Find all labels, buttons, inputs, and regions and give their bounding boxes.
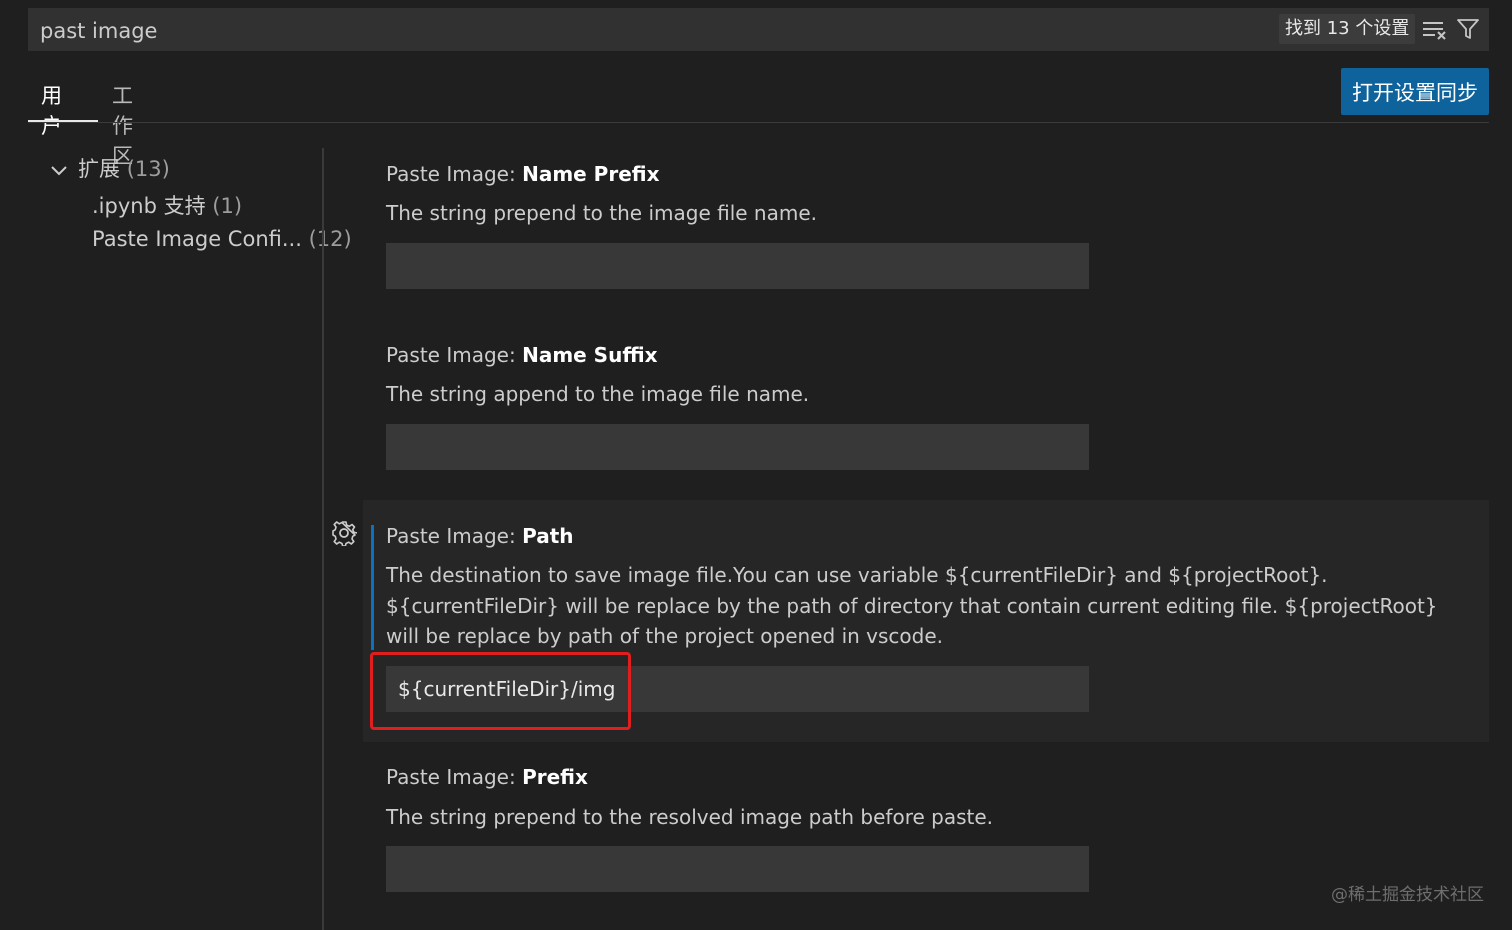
toc-group-label: 扩展 (78, 157, 120, 181)
setting-name-prefix: Paste Image: Name Prefix The string prep… (363, 150, 1489, 320)
gear-icon[interactable] (331, 520, 357, 546)
setting-title: Paste Image: Name Suffix (386, 343, 658, 367)
setting-category: Paste Image: (386, 343, 523, 367)
setting-path: Paste Image: Path The destination to sav… (363, 500, 1489, 742)
setting-key: Name Prefix (522, 162, 660, 186)
toc-group-count: (13) (126, 157, 170, 181)
setting-name-suffix: Paste Image: Name Suffix The string appe… (363, 331, 1489, 491)
toc-item-paste-image[interactable]: Paste Image Confi... (12) (92, 227, 352, 251)
setting-category: Paste Image: (386, 765, 523, 789)
setting-title: Paste Image: Path (386, 524, 574, 548)
setting-key: Path (522, 524, 574, 548)
name-suffix-input[interactable] (386, 424, 1089, 470)
tabs-divider (28, 122, 1489, 123)
tab-user[interactable]: 用户 (41, 80, 62, 150)
name-prefix-input[interactable] (386, 243, 1089, 289)
setting-description: The string prepend to the image file nam… (386, 201, 817, 225)
setting-key: Name Suffix (522, 343, 658, 367)
toc-item-label: Paste Image Confi... (92, 227, 302, 251)
setting-title: Paste Image: Name Prefix (386, 162, 660, 186)
setting-key: Prefix (522, 765, 588, 789)
sidebar-divider (322, 148, 324, 930)
settings-search-input[interactable] (28, 8, 1282, 53)
toc-group-extensions[interactable]: 扩展 (13) (28, 153, 323, 183)
filter-icon[interactable] (1456, 17, 1480, 41)
path-input[interactable] (386, 666, 1089, 712)
toc-item-count: (12) (308, 227, 352, 251)
setting-description: The destination to save image file.You c… (386, 563, 1438, 648)
result-count-badge: 找到 13 个设置 (1279, 14, 1416, 44)
setting-prefix: Paste Image: Prefix The string prepend t… (363, 753, 1489, 913)
modified-indicator (371, 525, 374, 650)
setting-category: Paste Image: (386, 162, 523, 186)
toc-item-ipynb[interactable]: .ipynb 支持 (1) (92, 190, 242, 220)
watermark: @稀土掘金技术社区 (1331, 885, 1484, 905)
setting-category: Paste Image: (386, 524, 523, 548)
toc-item-count: (1) (212, 194, 243, 218)
open-settings-sync-button[interactable]: 打开设置同步 (1341, 68, 1489, 115)
settings-search-bar: 找到 13 个设置 (28, 8, 1489, 53)
clear-filter-icon[interactable] (1421, 18, 1447, 42)
setting-description: The string append to the image file name… (386, 382, 810, 406)
chevron-down-icon (51, 166, 67, 176)
toc-item-label: .ipynb 支持 (92, 194, 206, 218)
setting-title: Paste Image: Prefix (386, 765, 588, 789)
prefix-input[interactable] (386, 846, 1089, 892)
setting-description: The string prepend to the resolved image… (386, 805, 994, 829)
